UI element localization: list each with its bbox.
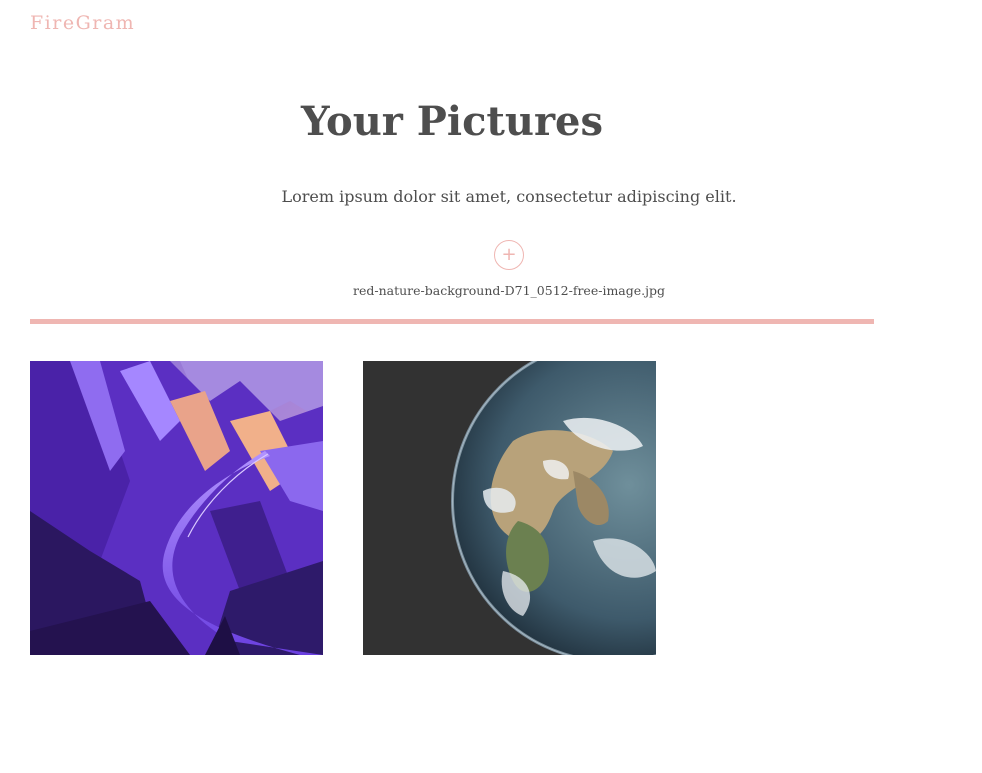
page-title: Your Pictures <box>300 98 604 145</box>
gallery-image-mountain-road[interactable] <box>30 361 323 655</box>
plus-icon: + <box>501 244 517 265</box>
page-subtitle: Lorem ipsum dolor sit amet, consectetur … <box>281 187 737 206</box>
app-page: FireGram Your Pictures Lorem ipsum dolor… <box>0 0 982 773</box>
progress-bar <box>30 319 874 324</box>
upload-filename: red-nature-background-D71_0512-free-imag… <box>352 283 666 298</box>
earth-picture <box>363 361 656 655</box>
brand-logo[interactable]: FireGram <box>30 12 135 34</box>
mountain-road-picture <box>30 361 323 655</box>
upload-progress <box>30 319 874 324</box>
upload-button[interactable]: + <box>494 240 524 270</box>
gallery-image-earth[interactable] <box>363 361 656 655</box>
